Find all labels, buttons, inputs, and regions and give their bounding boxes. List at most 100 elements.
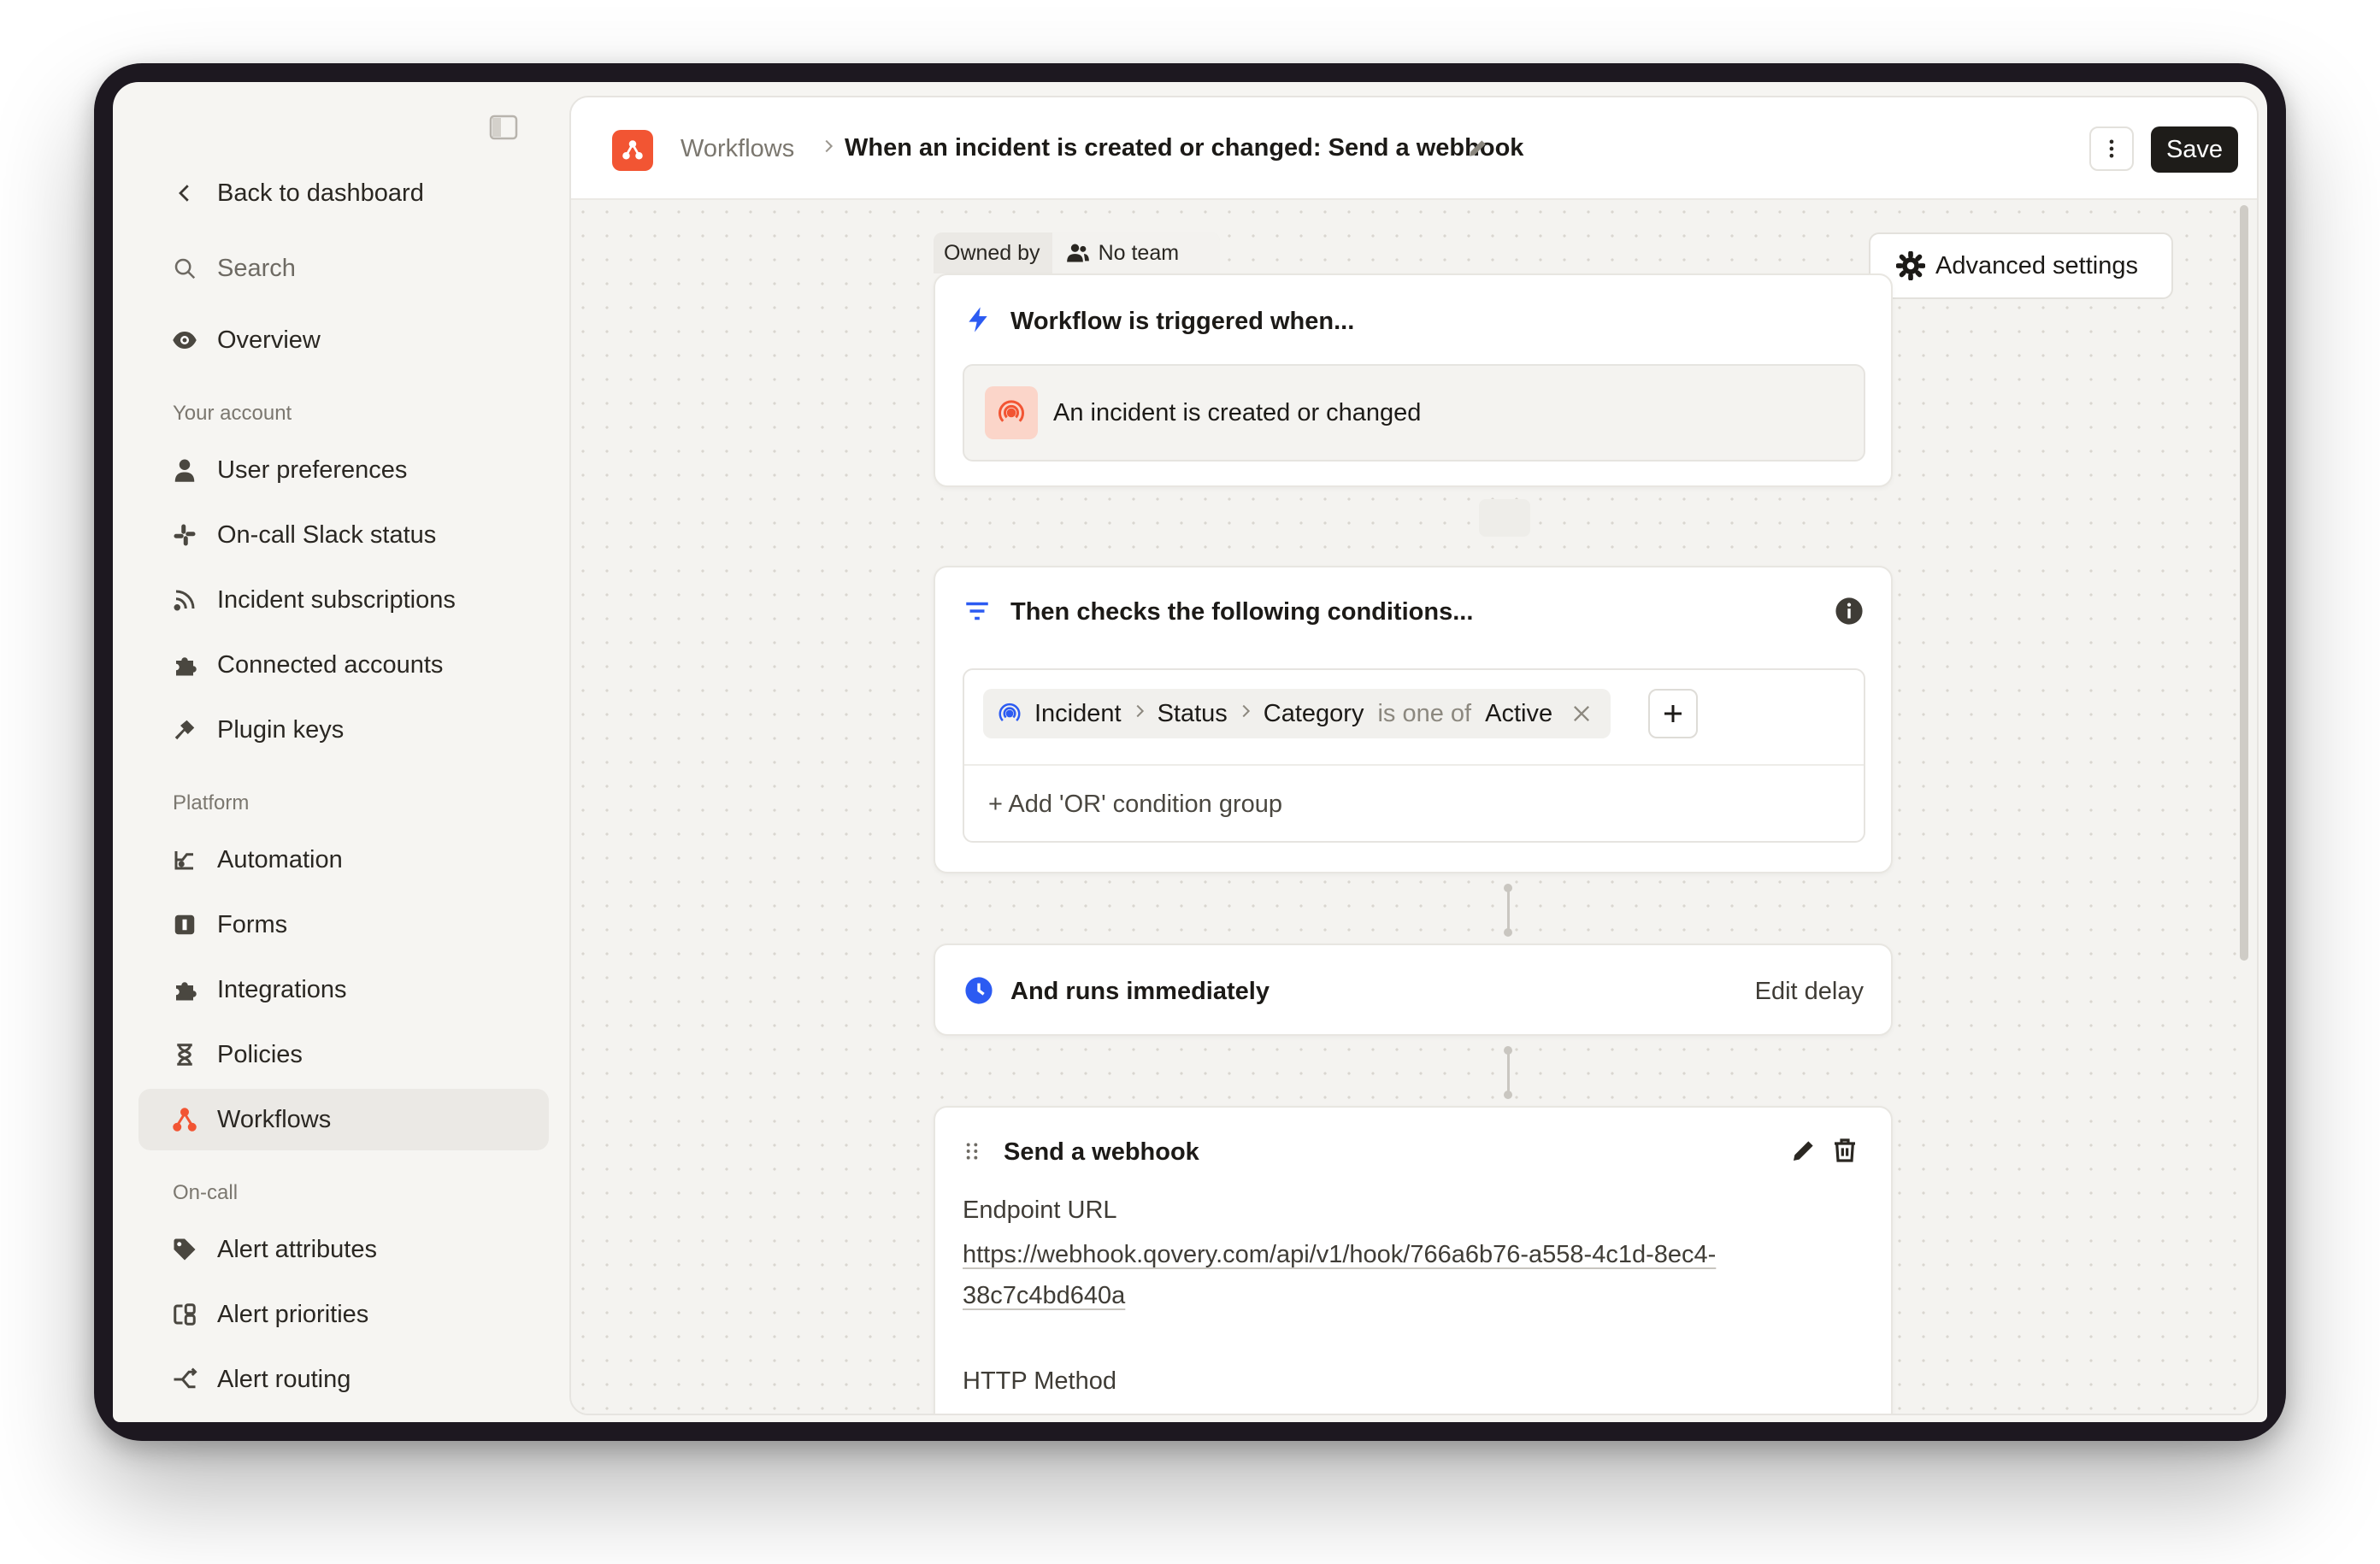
hourglass-icon — [168, 1038, 202, 1072]
condition-entity: Incident — [1034, 699, 1122, 727]
webhook-step-card: Send a webhook Endpoint URL https://webh… — [934, 1106, 1893, 1414]
user-icon — [168, 453, 202, 487]
search-button[interactable]: Search — [138, 238, 549, 299]
search-label: Search — [217, 254, 296, 282]
plus-icon — [1664, 705, 1682, 722]
clock-icon — [965, 977, 993, 1004]
gear-icon — [1896, 251, 1925, 280]
chevron-left-icon — [168, 176, 202, 210]
overview-label: Overview — [217, 326, 321, 354]
drag-handle-icon[interactable] — [961, 1140, 983, 1162]
back-label: Back to dashboard — [217, 179, 424, 207]
puzzle-icon — [168, 973, 202, 1007]
sidebar-item-label: Alert attributes — [217, 1235, 377, 1263]
sidebar-item-label: Forms — [217, 910, 288, 938]
sidebar-item-oncall-slack-status[interactable]: On-call Slack status — [138, 504, 549, 566]
trash-icon[interactable] — [1831, 1137, 1859, 1164]
more-vertical-icon — [2109, 139, 2114, 158]
sidebar-item-label: Connected accounts — [217, 650, 444, 679]
breadcrumb-workflows[interactable]: Workflows — [680, 135, 794, 163]
workflow-icon — [168, 1102, 202, 1137]
routing-icon — [168, 1362, 202, 1396]
add-step-node[interactable] — [1479, 499, 1530, 537]
sidebar-item-alert-routing[interactable]: Alert routing — [138, 1349, 549, 1410]
add-condition-button[interactable] — [1648, 689, 1698, 738]
endpoint-url-line2: 38c7c4bd640a — [963, 1282, 1126, 1309]
sidebar-item-label: Plugin keys — [217, 715, 345, 744]
edit-delay-button[interactable]: Edit delay — [1755, 978, 1864, 1006]
sidebar-item-label: On-call Slack status — [217, 520, 437, 549]
sidebar-item-label: Automation — [217, 845, 343, 873]
sidebar-item-overview[interactable]: Overview — [138, 309, 549, 371]
top-bar: Workflows When an incident is created or… — [571, 97, 2257, 200]
team-icon — [1066, 244, 1089, 262]
page-title: When an incident is created or changed: … — [845, 134, 1524, 162]
conditions-card: Then checks the following conditions... … — [934, 566, 1893, 873]
section-on-call: On-call — [173, 1181, 239, 1204]
endpoint-url-line1: https://webhook.qovery.com/api/v1/hook/7… — [963, 1241, 1717, 1268]
sidebar-item-label: Alert routing — [217, 1365, 351, 1393]
connector-dot — [1504, 928, 1512, 937]
sidebar-item-label: User preferences — [217, 456, 408, 484]
puzzle-icon — [168, 648, 202, 682]
sidebar-item-integrations[interactable]: Integrations — [138, 959, 549, 1020]
sidebar-item-plugin-keys[interactable]: Plugin keys — [138, 699, 549, 761]
edit-title-pencil-icon[interactable] — [1467, 137, 1489, 159]
rss-icon — [168, 583, 202, 617]
slack-icon — [168, 518, 202, 552]
chevron-right-icon — [1130, 702, 1149, 726]
priority-icon — [168, 1297, 202, 1332]
sidebar-item-forms[interactable]: Forms — [138, 894, 549, 955]
edit-pencil-icon[interactable] — [1790, 1137, 1817, 1164]
owner-tab[interactable]: Owned by No team — [934, 232, 1221, 273]
trigger-title: Workflow is triggered when... — [1010, 308, 1355, 335]
sidebar-item-user-preferences[interactable]: User preferences — [138, 439, 549, 501]
connector-dot — [1504, 1091, 1512, 1099]
scrollbar[interactable] — [2240, 205, 2248, 961]
endpoint-url-label: Endpoint URL — [963, 1197, 1117, 1224]
sidebar-item-policies[interactable]: Policies — [138, 1024, 549, 1085]
sidebar-item-connected-accounts[interactable]: Connected accounts — [138, 634, 549, 696]
advanced-settings-button[interactable]: Advanced settings — [1869, 232, 2173, 299]
close-icon[interactable] — [1570, 702, 1594, 726]
owned-by-label: Owned by — [944, 240, 1040, 265]
device-frame: Back to dashboard Search Overview Your a… — [94, 63, 2286, 1441]
sidebar-item-label: Integrations — [217, 975, 347, 1003]
add-or-condition-group-button[interactable]: + Add 'OR' condition group — [964, 764, 1864, 843]
trigger-card: Workflow is triggered when... An inciden… — [934, 273, 1893, 487]
endpoint-url-value[interactable]: https://webhook.qovery.com/api/v1/hook/7… — [963, 1234, 1783, 1316]
trigger-event[interactable]: An incident is created or changed — [963, 364, 1865, 462]
key-icon — [168, 713, 202, 747]
sidebar-item-alert-attributes[interactable]: Alert attributes — [138, 1219, 549, 1280]
delay-card: And runs immediately Edit delay — [934, 944, 1893, 1036]
collapse-sidebar-icon[interactable] — [489, 115, 518, 140]
form-icon — [168, 908, 202, 942]
section-your-account: Your account — [173, 402, 292, 425]
sidebar-item-automation[interactable]: Automation — [138, 829, 549, 891]
advanced-settings-label: Advanced settings — [1935, 251, 2138, 279]
app-logo-icon — [612, 130, 653, 171]
back-to-dashboard-link[interactable]: Back to dashboard — [138, 162, 549, 224]
chevron-right-icon — [819, 135, 838, 162]
connector-line — [1507, 889, 1510, 932]
more-options-button[interactable] — [2089, 126, 2134, 171]
owner-team: No team — [1098, 240, 1180, 265]
condition-field-status: Status — [1157, 699, 1228, 727]
info-icon[interactable] — [1835, 597, 1864, 626]
sidebar: Back to dashboard Search Overview Your a… — [113, 82, 549, 1422]
sidebar-item-workflows[interactable]: Workflows — [138, 1089, 549, 1150]
chevron-right-icon — [1236, 702, 1255, 726]
sidebar-item-alert-priorities[interactable]: Alert priorities — [138, 1284, 549, 1345]
lightning-icon — [969, 307, 987, 332]
automation-icon — [168, 843, 202, 877]
filter-icon — [966, 602, 988, 620]
condition-operator: is one of — [1377, 699, 1472, 727]
condition-value: Active — [1485, 699, 1553, 727]
trigger-event-label: An incident is created or changed — [1053, 398, 1422, 426]
condition-group: Incident Status Category is one of Activ… — [963, 668, 1865, 843]
condition-chip[interactable]: Incident Status Category is one of Activ… — [983, 689, 1611, 738]
app-screen: Back to dashboard Search Overview Your a… — [113, 82, 2267, 1422]
sidebar-item-incident-subscriptions[interactable]: Incident subscriptions — [138, 569, 549, 631]
save-button[interactable]: Save — [2151, 126, 2238, 173]
tag-icon — [168, 1232, 202, 1267]
